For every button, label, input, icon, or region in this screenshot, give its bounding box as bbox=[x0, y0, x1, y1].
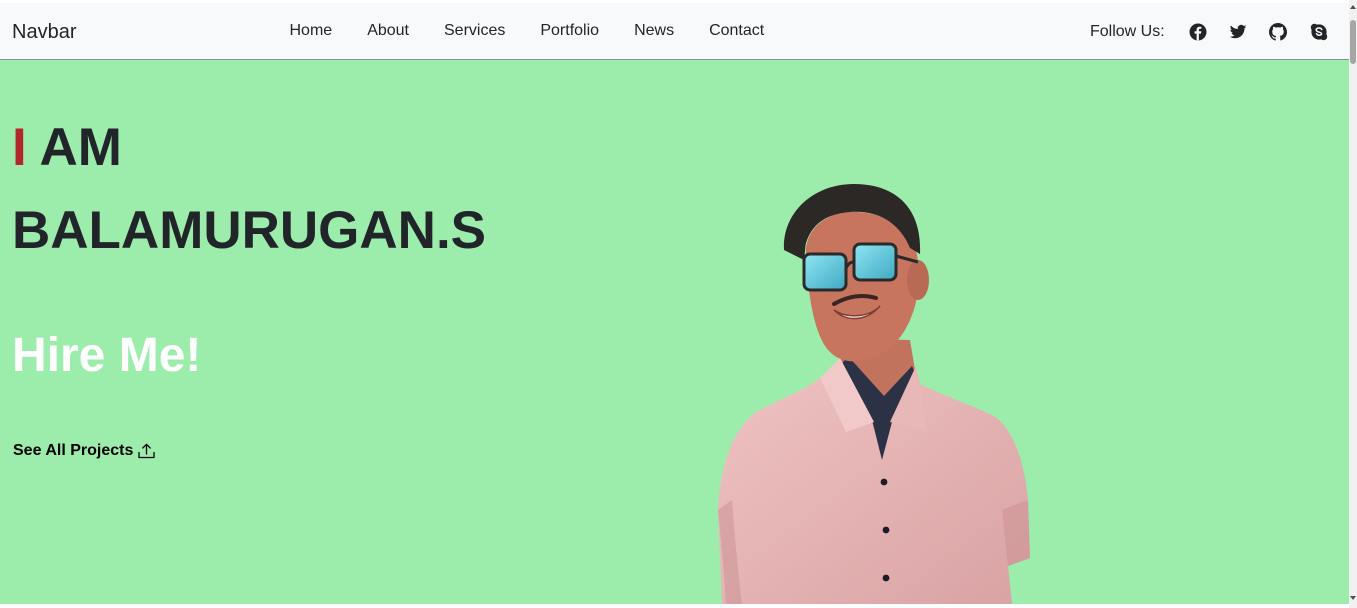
github-icon[interactable] bbox=[1269, 23, 1287, 41]
nav-link-home[interactable]: Home bbox=[272, 21, 350, 41]
nav-link-contact[interactable]: Contact bbox=[692, 21, 782, 41]
hero-section: I AM BALAMURUGAN.S Hire Me! See All Proj… bbox=[0, 60, 1349, 604]
scroll-thumb[interactable] bbox=[1350, 20, 1356, 64]
follow-us-label: Follow Us: bbox=[1090, 23, 1165, 40]
profile-photo bbox=[718, 184, 1030, 604]
navbar: Navbar Home About Services Portfolio New… bbox=[0, 3, 1349, 60]
skype-icon[interactable] bbox=[1310, 23, 1328, 41]
nav-link-about[interactable]: About bbox=[350, 21, 427, 41]
hero-heading-am: AM bbox=[26, 118, 122, 177]
nav-links: Home About Services Portfolio News Conta… bbox=[272, 3, 782, 59]
navbar-brand[interactable]: Navbar bbox=[12, 21, 76, 43]
hero-heading-name: BALAMURUGAN.S bbox=[12, 201, 487, 260]
see-all-projects-link[interactable]: See All Projects bbox=[13, 441, 156, 461]
nav-link-news[interactable]: News bbox=[617, 21, 692, 41]
vertical-scrollbar[interactable] bbox=[1349, 0, 1357, 608]
nav-link-portfolio[interactable]: Portfolio bbox=[523, 21, 617, 41]
accent-letter: I bbox=[12, 118, 27, 177]
hire-me-heading: Hire Me! bbox=[12, 329, 202, 382]
bottom-edge bbox=[0, 604, 1349, 608]
nav-link-services[interactable]: Services bbox=[427, 21, 523, 41]
facebook-icon[interactable] bbox=[1189, 23, 1207, 41]
scroll-down-arrow-icon[interactable] bbox=[1350, 596, 1356, 600]
page: Navbar Home About Services Portfolio New… bbox=[0, 0, 1357, 608]
hero-heading-line1: I AM bbox=[12, 117, 122, 179]
scroll-up-arrow-icon[interactable] bbox=[1350, 5, 1356, 9]
upload-icon bbox=[138, 443, 156, 459]
twitter-icon[interactable] bbox=[1229, 23, 1247, 41]
see-all-projects-label: See All Projects bbox=[13, 442, 134, 459]
